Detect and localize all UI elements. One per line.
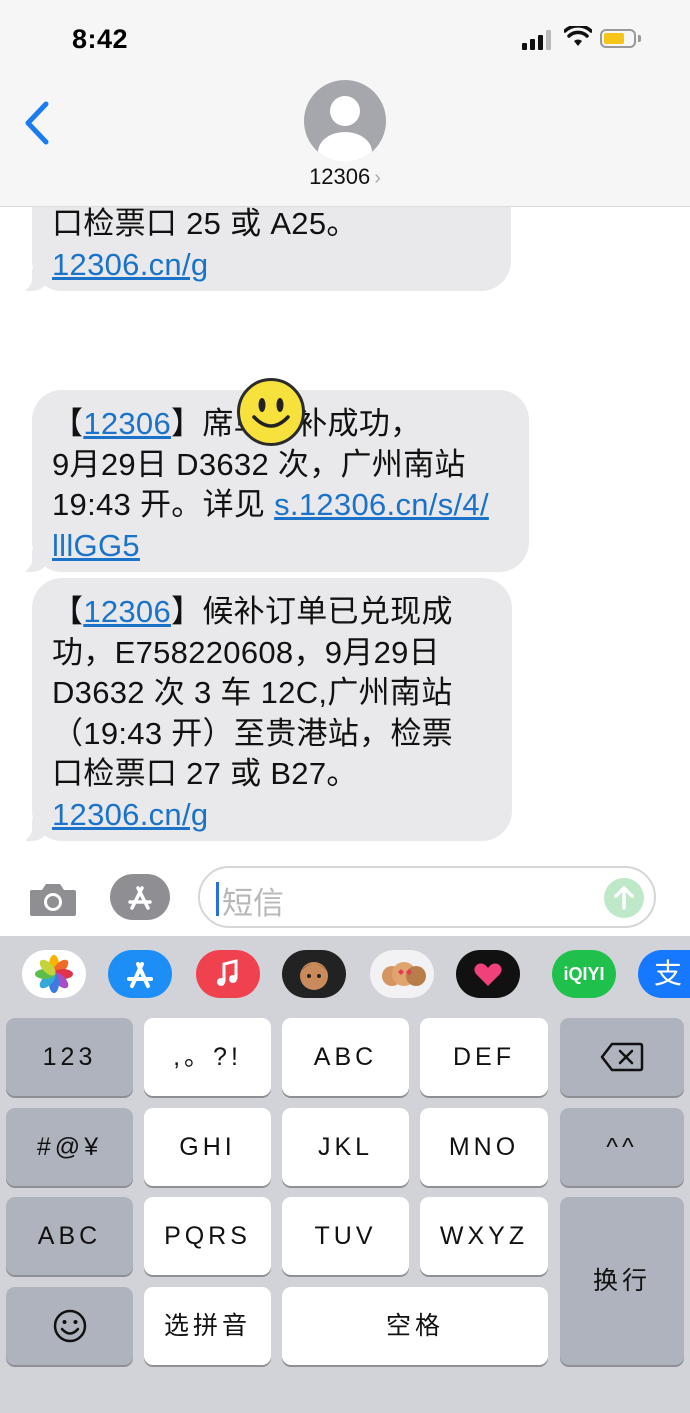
- iqiyi-icon[interactable]: iQIYI: [552, 950, 616, 998]
- photos-icon[interactable]: [22, 950, 86, 998]
- message-link[interactable]: lllGG5: [52, 528, 140, 563]
- app-store-button[interactable]: [110, 874, 170, 920]
- memoji-icon[interactable]: [282, 950, 346, 998]
- message-text: 口检票口 27 或 B27。: [52, 756, 358, 791]
- status-time: 8:42: [72, 24, 129, 54]
- battery-icon: [600, 29, 636, 48]
- space-key[interactable]: 空格: [282, 1287, 548, 1365]
- message-text: 候补订单已兑现成: [202, 594, 453, 629]
- key-mno[interactable]: MNO: [420, 1108, 548, 1186]
- message-text: 9月29日 D3632 次，广州南站: [52, 446, 466, 482]
- arrow-up-icon: [614, 886, 634, 910]
- conversation-header: 8:42 12306 ›: [0, 0, 690, 207]
- app-store-icon: [128, 886, 152, 910]
- chevron-right-icon: ›: [374, 167, 381, 189]
- memoji-stickers-icon[interactable]: [370, 950, 434, 998]
- smiley-sticker-icon: [237, 378, 305, 446]
- return-key[interactable]: 换行: [560, 1197, 684, 1365]
- message-text: D3632 次 3 车 12C,广州南站: [52, 675, 453, 710]
- send-button[interactable]: [604, 878, 644, 918]
- contact-avatar[interactable]: [304, 80, 386, 162]
- cellular-signal-icon: [522, 30, 551, 50]
- emoji-key[interactable]: [6, 1287, 133, 1365]
- sender-link[interactable]: 12306: [83, 406, 171, 441]
- camera-icon[interactable]: [28, 882, 78, 918]
- digital-touch-icon[interactable]: [456, 950, 520, 998]
- message-text: 口检票口 25 或 A25。: [52, 206, 358, 241]
- key-wxyz[interactable]: WXYZ: [420, 1197, 548, 1275]
- delete-icon: [600, 1042, 644, 1072]
- key-jkl[interactable]: JKL: [282, 1108, 409, 1186]
- key-123[interactable]: 123: [6, 1018, 133, 1096]
- message-text: 19:43 开。详见: [52, 487, 275, 522]
- key-symbols[interactable]: #@¥: [6, 1108, 133, 1186]
- sender-link[interactable]: 12306: [83, 594, 171, 629]
- key-tuv[interactable]: TUV: [282, 1197, 409, 1275]
- app-store-icon[interactable]: [108, 950, 172, 998]
- emoji-icon: [53, 1309, 86, 1343]
- message-text: （19:43 开）至贵港站，检票: [52, 715, 453, 751]
- alipay-icon[interactable]: 支: [638, 950, 690, 998]
- message-text: 功，E758220608，9月29日: [52, 634, 440, 670]
- message-bubble[interactable]: 【12306】候补订单已兑现成 功，E758220608，9月29日 D3632…: [16, 578, 512, 841]
- key-punctuation[interactable]: ,。?!: [144, 1018, 271, 1096]
- key-pqrs[interactable]: PQRS: [144, 1197, 271, 1275]
- key-abc[interactable]: ABC: [282, 1018, 409, 1096]
- key-def[interactable]: DEF: [420, 1018, 548, 1096]
- key-emoticon[interactable]: ^^: [560, 1108, 684, 1186]
- key-ghi[interactable]: GHI: [144, 1108, 271, 1186]
- message-input[interactable]: 短信: [198, 866, 656, 928]
- delete-key[interactable]: [560, 1018, 684, 1096]
- back-chevron-icon[interactable]: [22, 100, 52, 146]
- message-text: 席单候补成功，: [202, 406, 422, 441]
- message-input-placeholder: 短信: [222, 886, 284, 921]
- contact-name[interactable]: 12306 ›: [0, 164, 690, 190]
- message-link[interactable]: s.12306.cn/s/4/: [274, 487, 489, 522]
- message-link[interactable]: 12306.cn/g: [52, 797, 208, 832]
- wifi-icon: [564, 26, 592, 46]
- message-link[interactable]: 12306.cn/g: [52, 247, 208, 282]
- music-icon[interactable]: [196, 950, 260, 998]
- text-cursor: [216, 882, 219, 916]
- key-select-pinyin[interactable]: 选拼音: [144, 1287, 271, 1365]
- key-abc-switch[interactable]: ABC: [6, 1197, 133, 1275]
